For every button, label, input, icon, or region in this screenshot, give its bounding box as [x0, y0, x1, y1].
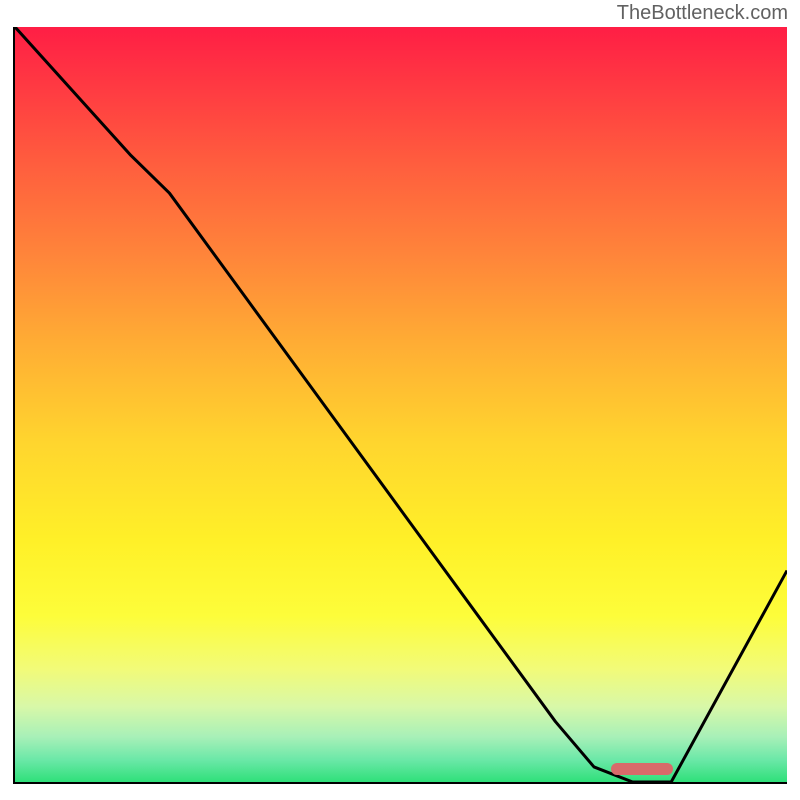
curve-svg	[15, 27, 787, 782]
attribution-text: TheBottleneck.com	[617, 2, 788, 25]
bottleneck-curve	[15, 27, 787, 782]
optimal-range-marker	[611, 763, 673, 775]
chart-plot-area	[13, 27, 787, 784]
